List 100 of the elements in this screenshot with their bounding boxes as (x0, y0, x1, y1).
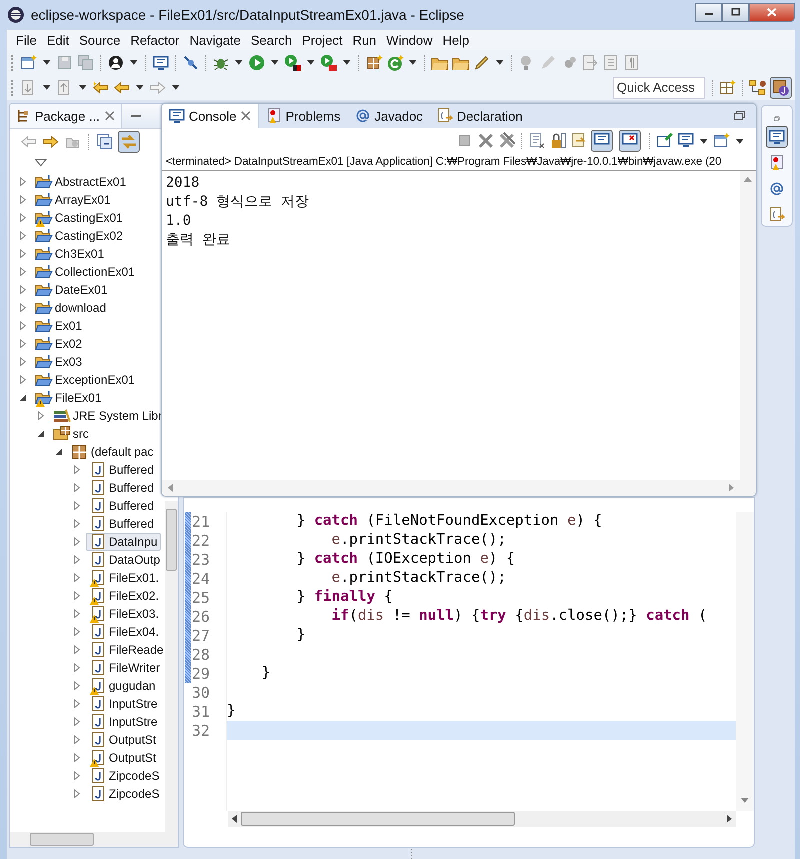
tree-item[interactable]: CastingEx02 (32, 227, 126, 245)
tree-item[interactable]: InputStre (86, 713, 161, 731)
dropdown-caret-icon[interactable] (136, 85, 144, 90)
remove-all-icon[interactable] (498, 132, 516, 150)
collapsed-triangle-icon[interactable] (72, 789, 82, 799)
vertical-scrollbar[interactable] (165, 501, 178, 832)
horizontal-scrollbar[interactable] (10, 832, 178, 847)
dropdown-caret-icon[interactable] (271, 60, 279, 65)
tree-item[interactable]: FileEx03. (86, 605, 162, 623)
menu-item[interactable]: Edit (42, 32, 74, 48)
tree-item[interactable]: src (50, 425, 92, 443)
tree-item[interactable]: (default pac (68, 443, 157, 461)
collapsed-triangle-icon[interactable] (36, 411, 46, 421)
quick-access-field[interactable]: Quick Access (613, 76, 705, 98)
pen-icon[interactable] (473, 54, 491, 72)
tree-item[interactable]: FileEx01. (86, 569, 162, 587)
package-explorer-tab[interactable]: Package ... (10, 104, 122, 128)
minimize-button[interactable] (695, 2, 722, 22)
view-menu-icon[interactable] (35, 159, 47, 167)
tree-item[interactable]: FileReade (86, 641, 165, 659)
new-class-icon[interactable] (386, 54, 404, 72)
tree-item[interactable]: OutputSt (86, 749, 160, 767)
vertical-scrollbar[interactable] (736, 512, 754, 811)
dropdown-caret-icon[interactable] (700, 138, 708, 144)
collapsed-triangle-icon[interactable] (72, 771, 82, 781)
link-with-editor-button[interactable] (118, 131, 140, 153)
external-tool-icon[interactable] (320, 54, 338, 72)
tree-item[interactable]: Buffered (86, 479, 158, 497)
collapsed-triangle-icon[interactable] (18, 249, 28, 259)
tree-item[interactable]: ExceptionEx01 (32, 371, 138, 389)
close-icon[interactable] (240, 111, 251, 121)
tree-item[interactable]: JRE System Libr (50, 407, 165, 425)
collapsed-triangle-icon[interactable] (18, 231, 28, 241)
new-file-icon[interactable] (20, 54, 38, 72)
arrow-left-icon[interactable] (232, 815, 237, 823)
tree-item[interactable]: CastingEx01 (32, 209, 126, 227)
collapsed-triangle-icon[interactable] (72, 735, 82, 745)
collapsed-triangle-icon[interactable] (72, 681, 82, 691)
tree-item[interactable]: DateEx01 (32, 281, 111, 299)
collapsed-triangle-icon[interactable] (72, 465, 82, 475)
tree-item[interactable]: Ch3Ex01 (32, 245, 108, 263)
arrow-left-icon[interactable] (92, 78, 110, 96)
tree-item[interactable]: InputStre (86, 695, 161, 713)
menu-item[interactable]: Search (246, 32, 298, 48)
show-on-error-button[interactable] (619, 130, 641, 152)
tree-item[interactable]: Ex03 (32, 353, 86, 371)
scroll-lock-icon[interactable] (549, 132, 567, 150)
dropdown-caret-icon[interactable] (343, 60, 351, 65)
restore-icon[interactable] (771, 116, 783, 122)
collapsed-triangle-icon[interactable] (18, 267, 28, 277)
save-icon[interactable] (56, 54, 74, 72)
save-all-icon[interactable] (77, 54, 95, 72)
collapsed-triangle-icon[interactable] (72, 501, 82, 511)
tree-item[interactable]: FileEx04. (86, 623, 162, 641)
collapsed-triangle-icon[interactable] (72, 717, 82, 727)
word-wrap-icon[interactable] (570, 132, 588, 150)
dropdown-caret-icon[interactable] (43, 60, 51, 65)
drag-handle-icon[interactable] (410, 849, 412, 859)
menu-item[interactable]: Run (348, 32, 382, 48)
expanded-triangle-icon[interactable] (18, 393, 28, 403)
tree-item[interactable]: gugudan (86, 677, 159, 695)
new-package-icon[interactable] (365, 54, 383, 72)
person-icon[interactable] (107, 54, 125, 72)
tree-item[interactable]: Buffered (86, 461, 158, 479)
collapsed-triangle-icon[interactable] (72, 537, 82, 547)
dropdown-caret-icon[interactable] (130, 60, 138, 65)
collapsed-triangle-icon[interactable] (18, 195, 28, 205)
vertical-scrollbar[interactable] (740, 171, 756, 480)
tree-item[interactable]: OutputSt (86, 731, 160, 749)
collapsed-triangle-icon[interactable] (72, 555, 82, 565)
tree-item[interactable]: ZipcodeS (86, 785, 163, 803)
tree-item[interactable]: AbstractEx01 (32, 173, 130, 191)
run-coverage-icon[interactable] (284, 54, 302, 72)
menu-item[interactable]: Source (74, 32, 126, 48)
document-icon[interactable] (602, 54, 620, 72)
menu-item[interactable]: Project (297, 32, 348, 48)
collapsed-triangle-icon[interactable] (18, 375, 28, 385)
tree-item[interactable]: FileEx02. (86, 587, 162, 605)
maximize-button[interactable] (722, 2, 749, 22)
new-file-icon[interactable] (713, 132, 731, 150)
dropdown-caret-icon[interactable] (736, 138, 744, 144)
collapsed-triangle-icon[interactable] (72, 609, 82, 619)
collapsed-triangle-icon[interactable] (18, 339, 28, 349)
expanded-triangle-icon[interactable] (36, 429, 46, 439)
view-tab[interactable]: Problems (258, 104, 348, 128)
close-button[interactable] (749, 2, 795, 22)
dropdown-caret-icon[interactable] (172, 85, 180, 90)
arrow-down-icon[interactable] (741, 798, 749, 803)
dropdown-caret-icon[interactable] (43, 85, 51, 90)
collapsed-triangle-icon[interactable] (18, 303, 28, 313)
tree-item[interactable]: DataOutp (86, 551, 164, 569)
expanded-triangle-icon[interactable] (54, 447, 64, 457)
collapsed-triangle-icon[interactable] (72, 645, 82, 655)
restore-icon[interactable] (734, 110, 746, 122)
java-perspective-button[interactable] (770, 76, 792, 98)
clear-console-icon[interactable] (528, 132, 546, 150)
tree-item[interactable]: CollectionEx01 (32, 263, 138, 281)
collapse-all-icon[interactable] (96, 133, 114, 151)
arrow-right-icon[interactable] (42, 133, 60, 151)
run-icon[interactable] (248, 54, 266, 72)
